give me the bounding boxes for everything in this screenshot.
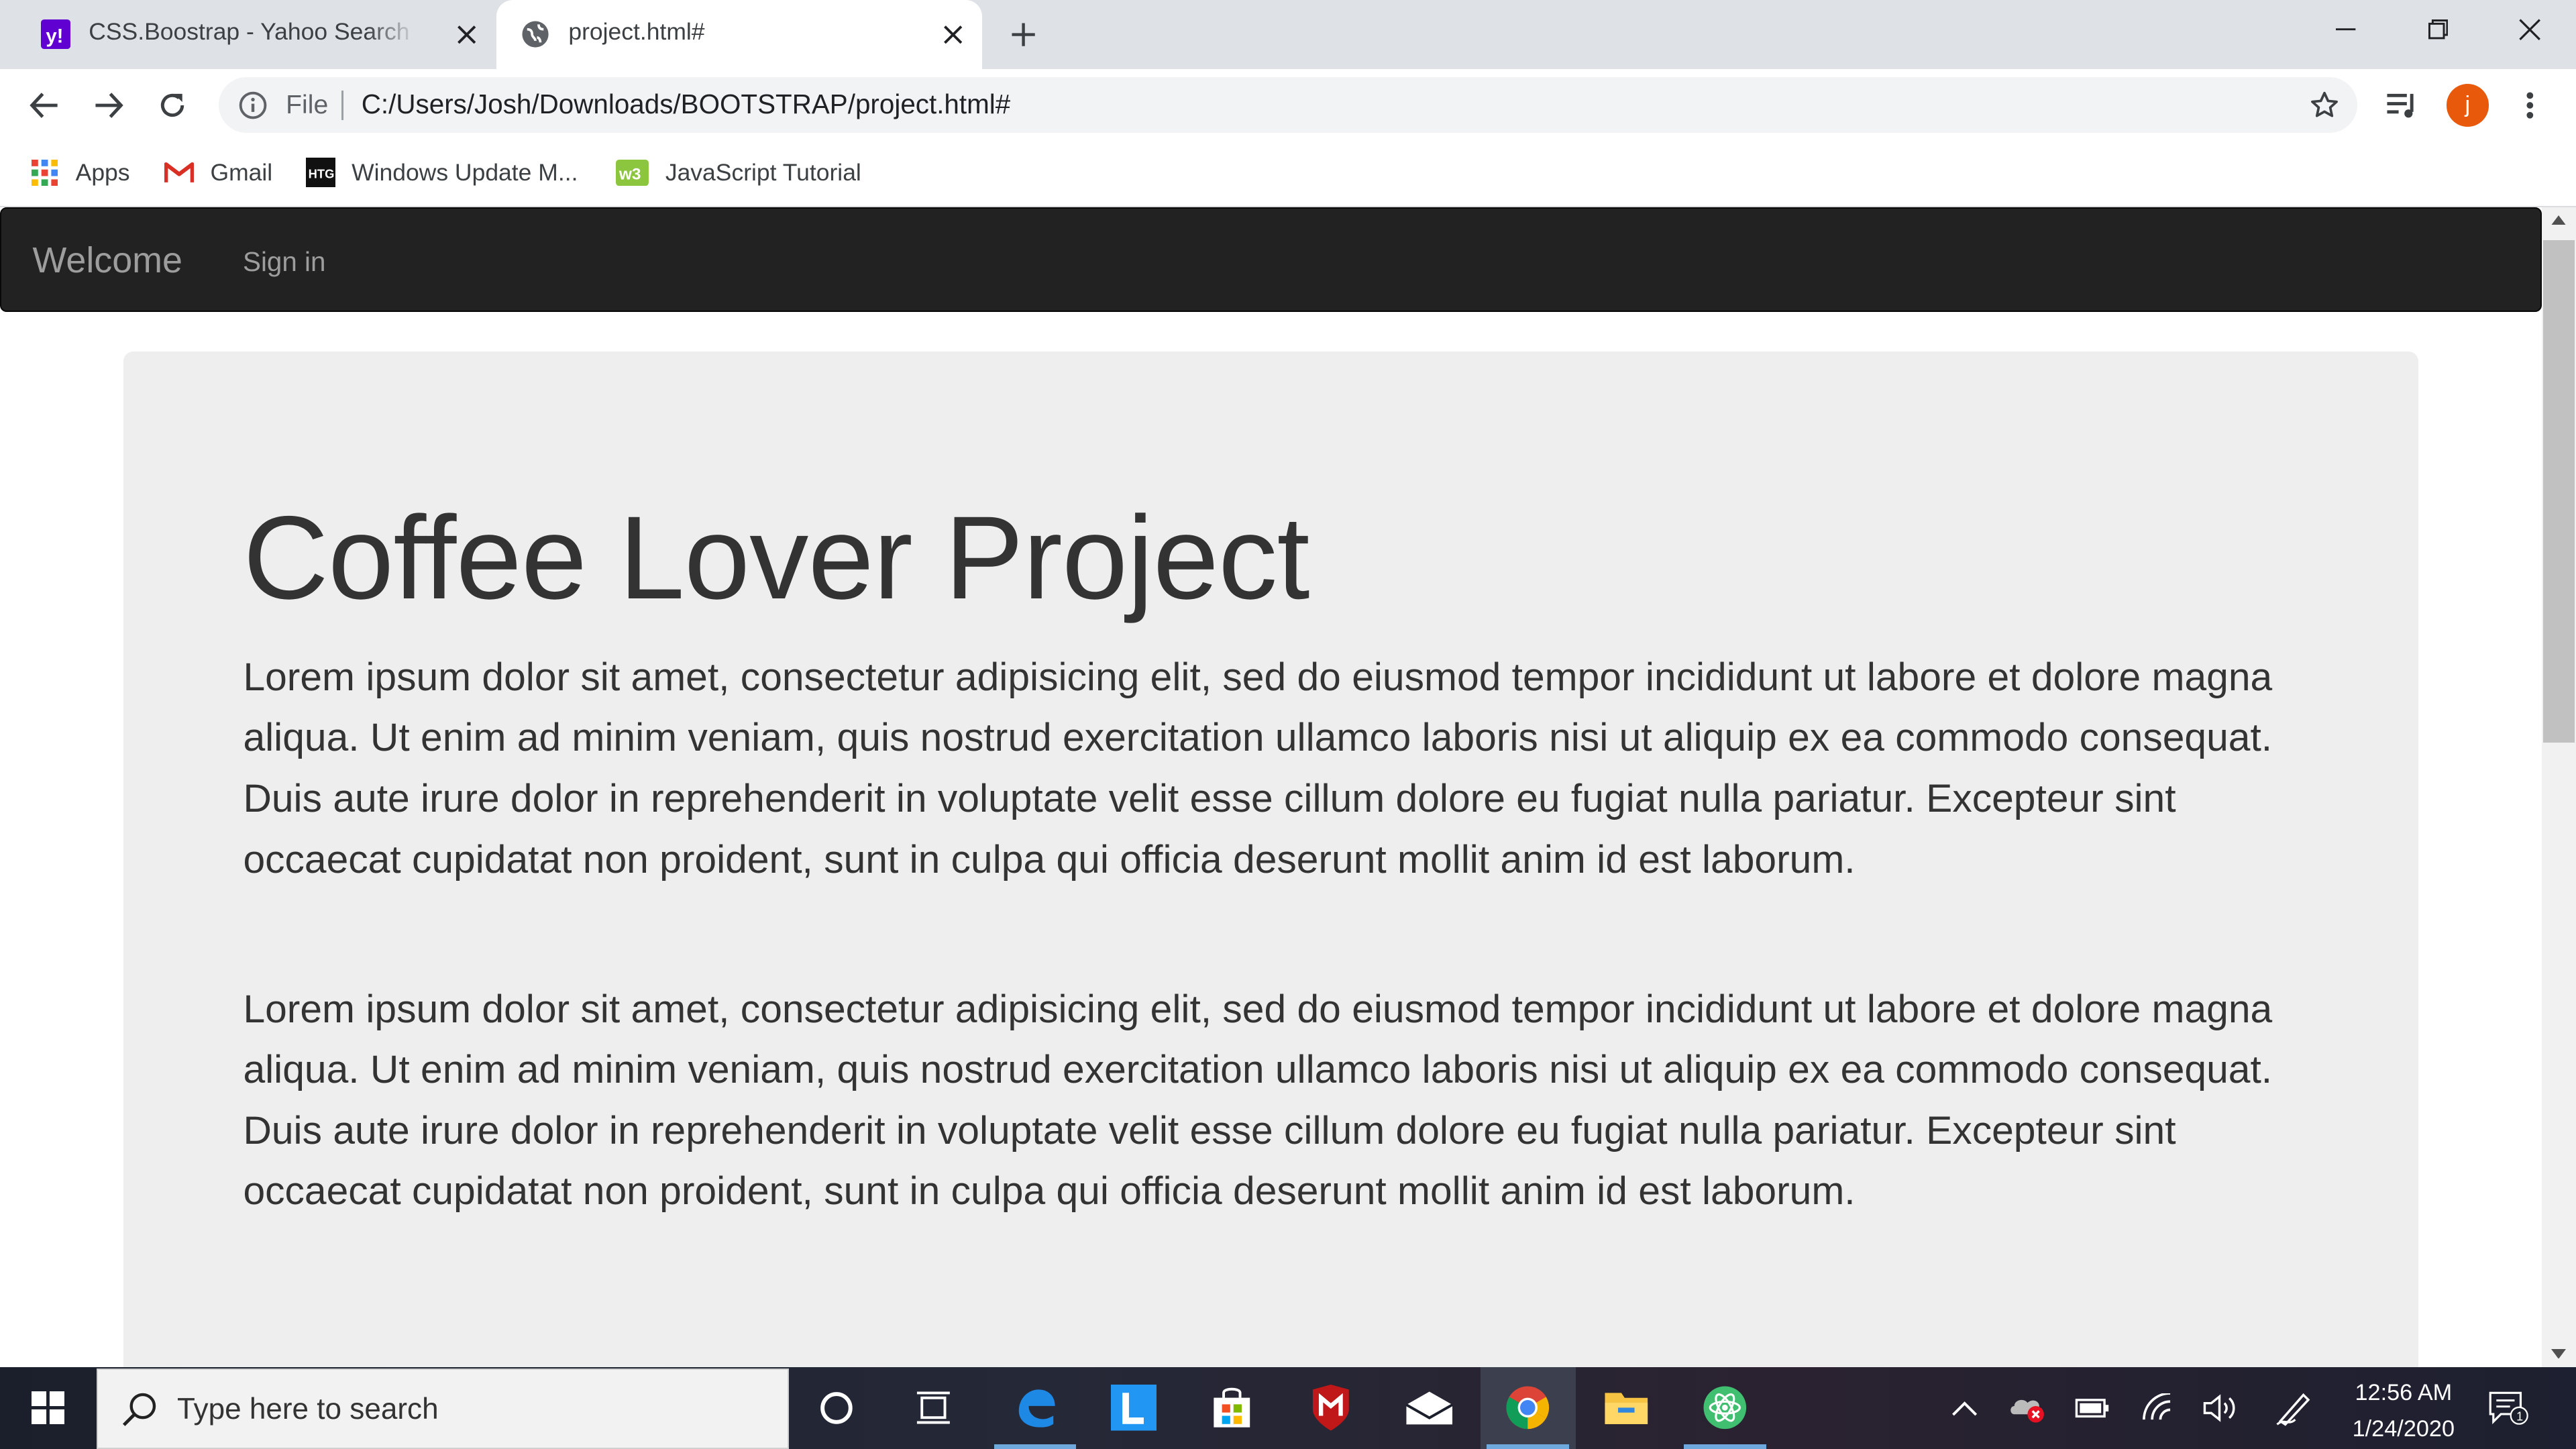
mail-icon[interactable] [1382,1367,1477,1449]
gmail-icon [164,158,194,187]
sign-in-link[interactable]: Sign in [243,246,326,278]
page-scrollbar[interactable] [2541,207,2576,1367]
page-viewport: Welcome Sign in Coffee Lover Project Lor… [0,207,2542,1367]
minimize-icon[interactable] [2300,0,2392,59]
pen-workspace-icon[interactable] [2275,1388,2315,1428]
star-icon[interactable] [2308,89,2341,121]
store-icon[interactable] [1185,1367,1280,1449]
mcafee-icon[interactable] [1283,1367,1379,1449]
close-icon[interactable] [936,18,969,51]
intro-paragraph: Lorem ipsum dolor sit amet, consectetur … [243,987,2273,1214]
battery-icon[interactable] [2074,1388,2113,1428]
scheme-label: File [286,90,329,119]
bookmark-gmail[interactable]: Gmail [164,156,272,189]
navbar-brand[interactable]: Welcome [33,239,183,281]
close-icon[interactable] [450,18,483,51]
htg-icon: HTG [305,158,335,188]
svg-text:y!: y! [46,25,64,48]
notification-center-icon[interactable]: 1 [2489,1388,2528,1428]
running-indicator [1684,1444,1766,1449]
more-menu-icon[interactable] [2510,85,2550,125]
windows-start-icon[interactable] [0,1367,95,1449]
divider [341,90,343,120]
clock-date: 1/24/2020 [2352,1415,2455,1442]
cortana-icon[interactable] [789,1367,884,1449]
bookmark-label: Gmail [210,158,273,186]
atom-app-icon[interactable] [1677,1367,1772,1449]
running-indicator [1487,1444,1569,1449]
apps-grid-icon [30,158,59,187]
search-placeholder: Type here to search [177,1393,439,1426]
tab-title: CSS.Boostrap - Yahoo Search Results [89,17,417,45]
bookmark-label: Windows Update M... [352,158,578,186]
scroll-down-arrow-icon[interactable] [2542,1340,2576,1366]
bookmark-label: JavaScript Tutorial [665,158,861,186]
media-queue-icon[interactable] [2382,85,2422,125]
profile-avatar[interactable]: j [2446,83,2489,127]
browser-toolbar: File C:/Users/Josh/Downloads/BOOTSTRAP/p… [0,68,2576,142]
svg-text:w3: w3 [619,165,641,183]
address-bar[interactable]: File C:/Users/Josh/Downloads/BOOTSTRAP/p… [218,77,2358,133]
l-app-icon[interactable] [1086,1367,1181,1449]
edge-icon[interactable] [987,1367,1083,1449]
windows-taskbar: Type here to search 12:56 AM 1/24/2020 1 [0,1366,2576,1449]
info-icon[interactable] [238,91,268,120]
tab-strip: y! CSS.Boostrap - Yahoo Search Results p… [0,0,2576,69]
task-view-icon[interactable] [885,1367,981,1449]
running-indicator [994,1444,1077,1449]
url-text[interactable]: C:/Users/Josh/Downloads/BOOTSTRAP/projec… [362,89,1010,120]
reload-icon[interactable] [153,85,193,125]
notification-count: 1 [2516,1410,2523,1424]
tab-title: project.html# [568,17,705,45]
site-navbar: Welcome Sign in [0,207,2542,313]
window-close-icon[interactable] [2484,0,2576,59]
wifi-icon[interactable] [2139,1388,2179,1428]
chevron-up-icon[interactable] [1945,1388,1985,1428]
restore-icon[interactable] [2392,0,2484,59]
jumbotron: Coffee Lover Project Lorem ipsum dolor s… [123,352,2418,1367]
taskbar-search-box[interactable]: Type here to search [97,1368,789,1449]
w3-icon: w3 [616,158,649,187]
tab-yahoo-search[interactable]: y! CSS.Boostrap - Yahoo Search Results [16,0,496,69]
scroll-up-arrow-icon[interactable] [2542,207,2576,233]
svg-text:HTG: HTG [308,167,334,181]
bookmark-windows-update[interactable]: HTG Windows Update M... [305,156,578,189]
globe-icon [519,18,552,51]
search-icon [121,1391,158,1428]
scrollbar-thumb[interactable] [2543,239,2575,743]
file-explorer-icon[interactable] [1578,1367,1674,1449]
bookmark-label: Apps [75,158,130,186]
bookmarks-bar: Apps Gmail HTG Windows Update M... w3 Ja… [0,141,2576,207]
screen: y! CSS.Boostrap - Yahoo Search Results p… [0,0,2576,1449]
forward-arrow-icon[interactable] [89,85,128,125]
chrome-icon[interactable] [1480,1366,1576,1449]
new-tab-icon[interactable] [1006,16,1042,52]
yahoo-icon: y! [40,18,72,51]
tab-project[interactable]: project.html# [496,0,983,69]
bookmark-javascript-tutorial[interactable]: w3 JavaScript Tutorial [616,156,861,189]
clock-time: 12:56 AM [2355,1379,2453,1405]
taskbar-clock[interactable]: 12:56 AM 1/24/2020 [2330,1375,2477,1448]
intro-paragraph: Lorem ipsum dolor sit amet, consectetur … [243,655,2273,881]
page-title: Coffee Lover Project [243,491,1309,624]
back-arrow-icon[interactable] [25,85,64,125]
bookmark-apps[interactable]: Apps [30,156,130,189]
volume-icon[interactable] [2202,1388,2241,1428]
onedrive-error-icon[interactable] [2008,1388,2047,1428]
